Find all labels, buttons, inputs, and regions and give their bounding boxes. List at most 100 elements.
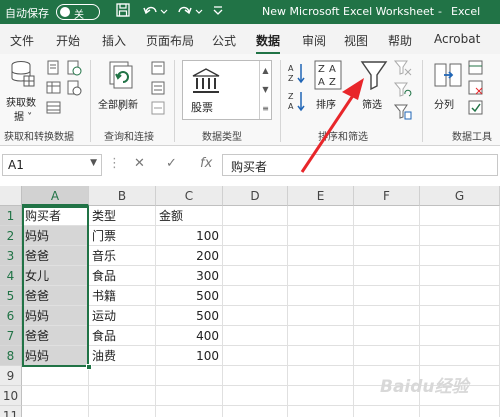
row-header-5[interactable]: 5 — [0, 286, 22, 306]
sort-a-to-z-icon[interactable]: AZ — [288, 62, 306, 87]
fill-handle[interactable] — [86, 364, 92, 370]
cell-a6[interactable]: 妈妈 — [22, 306, 89, 326]
cell-c3[interactable]: 200 — [156, 246, 223, 266]
from-text-icon[interactable] — [46, 60, 62, 79]
cell-d11[interactable] — [223, 406, 288, 417]
row-header-3[interactable]: 3 — [0, 246, 22, 266]
row-header-6[interactable]: 6 — [0, 306, 22, 326]
cell-c8[interactable]: 100 — [156, 346, 223, 366]
cell-e1[interactable] — [288, 206, 354, 226]
cell-f2[interactable] — [354, 226, 420, 246]
undo-icon[interactable] — [141, 3, 169, 21]
text-to-columns-button[interactable]: 分列 — [428, 58, 468, 122]
row-header-1[interactable]: 1 — [0, 206, 22, 226]
redo-icon[interactable] — [176, 3, 204, 21]
select-all-corner[interactable] — [0, 186, 22, 206]
existing-connections-icon[interactable] — [46, 100, 62, 119]
row-header-7[interactable]: 7 — [0, 326, 22, 346]
cell-e5[interactable] — [288, 286, 354, 306]
cell-a7[interactable]: 爸爸 — [22, 326, 89, 346]
cell-c2[interactable]: 100 — [156, 226, 223, 246]
refresh-all-button[interactable]: 全部刷新 ˅ — [96, 58, 150, 122]
cell-g11[interactable] — [420, 406, 500, 417]
cell-g3[interactable] — [420, 246, 500, 266]
stock-data-type-gallery[interactable]: 股票 ▲ ▼ ≡ — [182, 60, 272, 120]
cell-f6[interactable] — [354, 306, 420, 326]
row-header-4[interactable]: 4 — [0, 266, 22, 286]
cell-b3[interactable]: 音乐 — [89, 246, 156, 266]
sort-z-to-a-icon[interactable]: ZA — [288, 90, 306, 115]
queries-icon[interactable] — [150, 60, 166, 79]
reapply-filter-icon[interactable] — [393, 82, 412, 101]
properties-icon[interactable] — [150, 80, 166, 99]
cell-e3[interactable] — [288, 246, 354, 266]
cell-f8[interactable] — [354, 346, 420, 366]
customize-toolbar-icon[interactable] — [210, 3, 226, 21]
sort-button[interactable]: ZAAZ 排序 — [312, 58, 344, 122]
cell-a11[interactable] — [22, 406, 89, 417]
tab-formulas[interactable]: 公式 — [212, 32, 236, 49]
recent-sources-icon[interactable] — [66, 80, 82, 99]
tab-view[interactable]: 视图 — [344, 32, 368, 49]
row-header-9[interactable]: 9 — [0, 366, 22, 386]
save-icon[interactable] — [115, 3, 131, 21]
cell-c5[interactable]: 500 — [156, 286, 223, 306]
cell-d1[interactable] — [223, 206, 288, 226]
cell-b6[interactable]: 运动 — [89, 306, 156, 326]
cell-c1[interactable]: 金额 — [156, 206, 223, 226]
cell-d5[interactable] — [223, 286, 288, 306]
cell-f1[interactable] — [354, 206, 420, 226]
cell-a4[interactable]: 女儿 — [22, 266, 89, 286]
tab-page-layout[interactable]: 页面布局 — [146, 32, 194, 49]
cell-a5[interactable]: 爸爸 — [22, 286, 89, 306]
cell-g2[interactable] — [420, 226, 500, 246]
cell-e8[interactable] — [288, 346, 354, 366]
tab-acrobat[interactable]: Acrobat — [434, 32, 480, 46]
cell-g7[interactable] — [420, 326, 500, 346]
cell-g5[interactable] — [420, 286, 500, 306]
column-header-c[interactable]: C — [156, 186, 223, 206]
cell-d7[interactable] — [223, 326, 288, 346]
cell-c11[interactable] — [156, 406, 223, 417]
tab-file[interactable]: 文件 — [10, 32, 34, 49]
cell-b1[interactable]: 类型 — [89, 206, 156, 226]
cell-a1[interactable]: 购买者 — [22, 206, 89, 226]
tab-review[interactable]: 审阅 — [302, 32, 326, 49]
edit-links-icon[interactable] — [150, 100, 166, 119]
cell-b9[interactable] — [89, 366, 156, 386]
cell-e4[interactable] — [288, 266, 354, 286]
cell-d4[interactable] — [223, 266, 288, 286]
cell-f4[interactable] — [354, 266, 420, 286]
row-header-2[interactable]: 2 — [0, 226, 22, 246]
cell-g8[interactable] — [420, 346, 500, 366]
cell-b7[interactable]: 食品 — [89, 326, 156, 346]
cell-g1[interactable] — [420, 206, 500, 226]
cell-d2[interactable] — [223, 226, 288, 246]
cell-a9[interactable] — [22, 366, 89, 386]
cell-f7[interactable] — [354, 326, 420, 346]
cell-f11[interactable] — [354, 406, 420, 417]
cell-c4[interactable]: 300 — [156, 266, 223, 286]
formula-input[interactable]: 购买者 — [222, 154, 498, 176]
column-header-f[interactable]: F — [354, 186, 420, 206]
row-header-10[interactable]: 10 — [0, 386, 22, 406]
cell-b4[interactable]: 食品 — [89, 266, 156, 286]
cell-b10[interactable] — [89, 386, 156, 406]
cell-d6[interactable] — [223, 306, 288, 326]
cell-a8[interactable]: 妈妈 — [22, 346, 89, 366]
cell-g6[interactable] — [420, 306, 500, 326]
cell-d10[interactable] — [223, 386, 288, 406]
row-header-11[interactable]: 11 — [0, 406, 22, 417]
cancel-icon[interactable]: ✕ — [134, 156, 145, 171]
cell-e2[interactable] — [288, 226, 354, 246]
cell-b5[interactable]: 书籍 — [89, 286, 156, 306]
clear-filter-icon[interactable] — [393, 60, 412, 79]
insert-function-icon[interactable]: fx — [200, 156, 212, 171]
row-header-8[interactable]: 8 — [0, 346, 22, 366]
cell-c7[interactable]: 400 — [156, 326, 223, 346]
cell-e6[interactable] — [288, 306, 354, 326]
cell-f3[interactable] — [354, 246, 420, 266]
cell-e7[interactable] — [288, 326, 354, 346]
cell-d9[interactable] — [223, 366, 288, 386]
cell-g4[interactable] — [420, 266, 500, 286]
